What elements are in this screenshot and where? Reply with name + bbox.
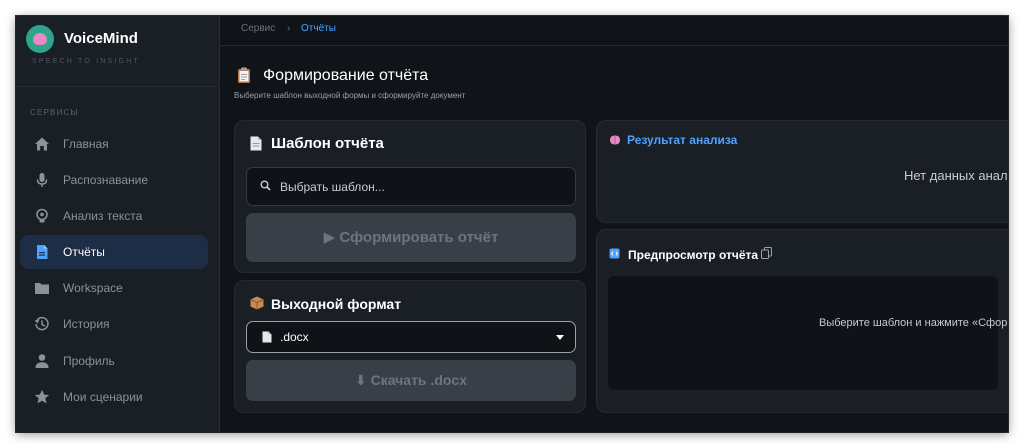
- breadcrumb-current: Отчёты: [301, 23, 336, 34]
- sidebar-item-label: Распознавание: [63, 173, 149, 187]
- sidebar: VoiceMind SPEECH TO INSIGHT СЕРВИСЫ Глав…: [16, 16, 220, 432]
- sidebar-item-recognition[interactable]: Распознавание: [20, 163, 208, 197]
- document-icon: [262, 331, 272, 343]
- template-card-title: Шаблон отчёта: [271, 135, 384, 152]
- document-icon: [37, 245, 48, 259]
- microphone-icon: [36, 173, 48, 187]
- sidebar-item-workspace[interactable]: Workspace: [20, 271, 208, 305]
- download-button[interactable]: ⬇ Скачать .docx: [246, 360, 576, 401]
- divider: [16, 86, 219, 87]
- page-subtitle: Выберите шаблон выходной формы и сформир…: [234, 91, 466, 100]
- app-tagline: SPEECH TO INSIGHT: [32, 58, 140, 65]
- preview-empty-text: Выберите шаблон и нажмите «Сформировать …: [819, 317, 1008, 329]
- document-icon: [250, 136, 262, 151]
- breadcrumb-separator: ›: [287, 23, 291, 34]
- sidebar-item-profile[interactable]: Профиль: [20, 344, 208, 378]
- page-title: Формирование отчёта: [263, 67, 429, 84]
- search-icon: [260, 180, 271, 191]
- format-card: Выходной формат .docx ⬇ Скачать .docx: [234, 280, 586, 413]
- sidebar-item-label: Отчёты: [63, 245, 105, 259]
- home-icon: [35, 137, 49, 151]
- sidebar-item-label: Профиль: [63, 354, 115, 368]
- person-icon: [35, 354, 49, 368]
- preview-card-title: Предпросмотр отчёта: [628, 248, 759, 262]
- sidebar-section-label: СЕРВИСЫ: [30, 108, 79, 117]
- sidebar-item-home[interactable]: Главная: [20, 127, 208, 161]
- result-card: Результат анализа Нет данных анализа: [596, 120, 1008, 223]
- output-format-value: .docx: [280, 330, 309, 344]
- sidebar-item-reports[interactable]: Отчёты: [20, 235, 208, 269]
- sidebar-item-label: Workspace: [63, 281, 123, 295]
- breadcrumb: Сервис › Отчёты: [220, 16, 1008, 46]
- preview-card: Предпросмотр отчёта Выберите шаблон и на…: [596, 229, 1008, 413]
- format-card-title: Выходной формат: [271, 296, 402, 312]
- sidebar-item-label: Анализ текста: [63, 209, 143, 223]
- brain-icon: [36, 208, 48, 223]
- chevron-down-icon: [556, 335, 564, 340]
- sidebar-item-text-analysis[interactable]: Анализ текста: [20, 199, 208, 233]
- brain-icon: [610, 135, 620, 145]
- brand[interactable]: VoiceMind: [26, 25, 216, 55]
- star-icon: [34, 389, 50, 404]
- package-icon: [250, 296, 264, 310]
- output-format-select[interactable]: .docx: [246, 321, 576, 353]
- sidebar-item-label: История: [63, 317, 110, 331]
- folder-icon: [35, 283, 49, 294]
- sidebar-item-my-scenarios[interactable]: Мои сценарии: [20, 380, 208, 414]
- preview-area: Выберите шаблон и нажмите «Сформировать …: [608, 276, 1008, 390]
- result-empty-text: Нет данных анализа: [904, 168, 1008, 183]
- template-search-input[interactable]: Выбрать шаблон...: [246, 167, 576, 206]
- generate-report-button[interactable]: ▶ Сформировать отчёт: [246, 213, 576, 262]
- copy-icon[interactable]: [761, 247, 772, 259]
- sidebar-item-label: Главная: [63, 137, 109, 151]
- search-placeholder: Выбрать шаблон...: [280, 180, 385, 194]
- clipboard-icon: [238, 67, 250, 83]
- app-window: VoiceMind SPEECH TO INSIGHT СЕРВИСЫ Глав…: [16, 16, 1008, 432]
- result-card-title: Результат анализа: [627, 133, 738, 147]
- app-name: VoiceMind: [64, 30, 138, 47]
- sidebar-item-history[interactable]: История: [20, 307, 208, 341]
- logo-icon: [26, 25, 54, 53]
- code-icon: [609, 248, 620, 259]
- sidebar-item-label: Мои сценарии: [63, 390, 143, 404]
- history-icon: [34, 316, 49, 331]
- template-card: Шаблон отчёта Выбрать шаблон... ▶ Сформи…: [234, 120, 586, 273]
- breadcrumb-parent[interactable]: Сервис: [241, 23, 275, 34]
